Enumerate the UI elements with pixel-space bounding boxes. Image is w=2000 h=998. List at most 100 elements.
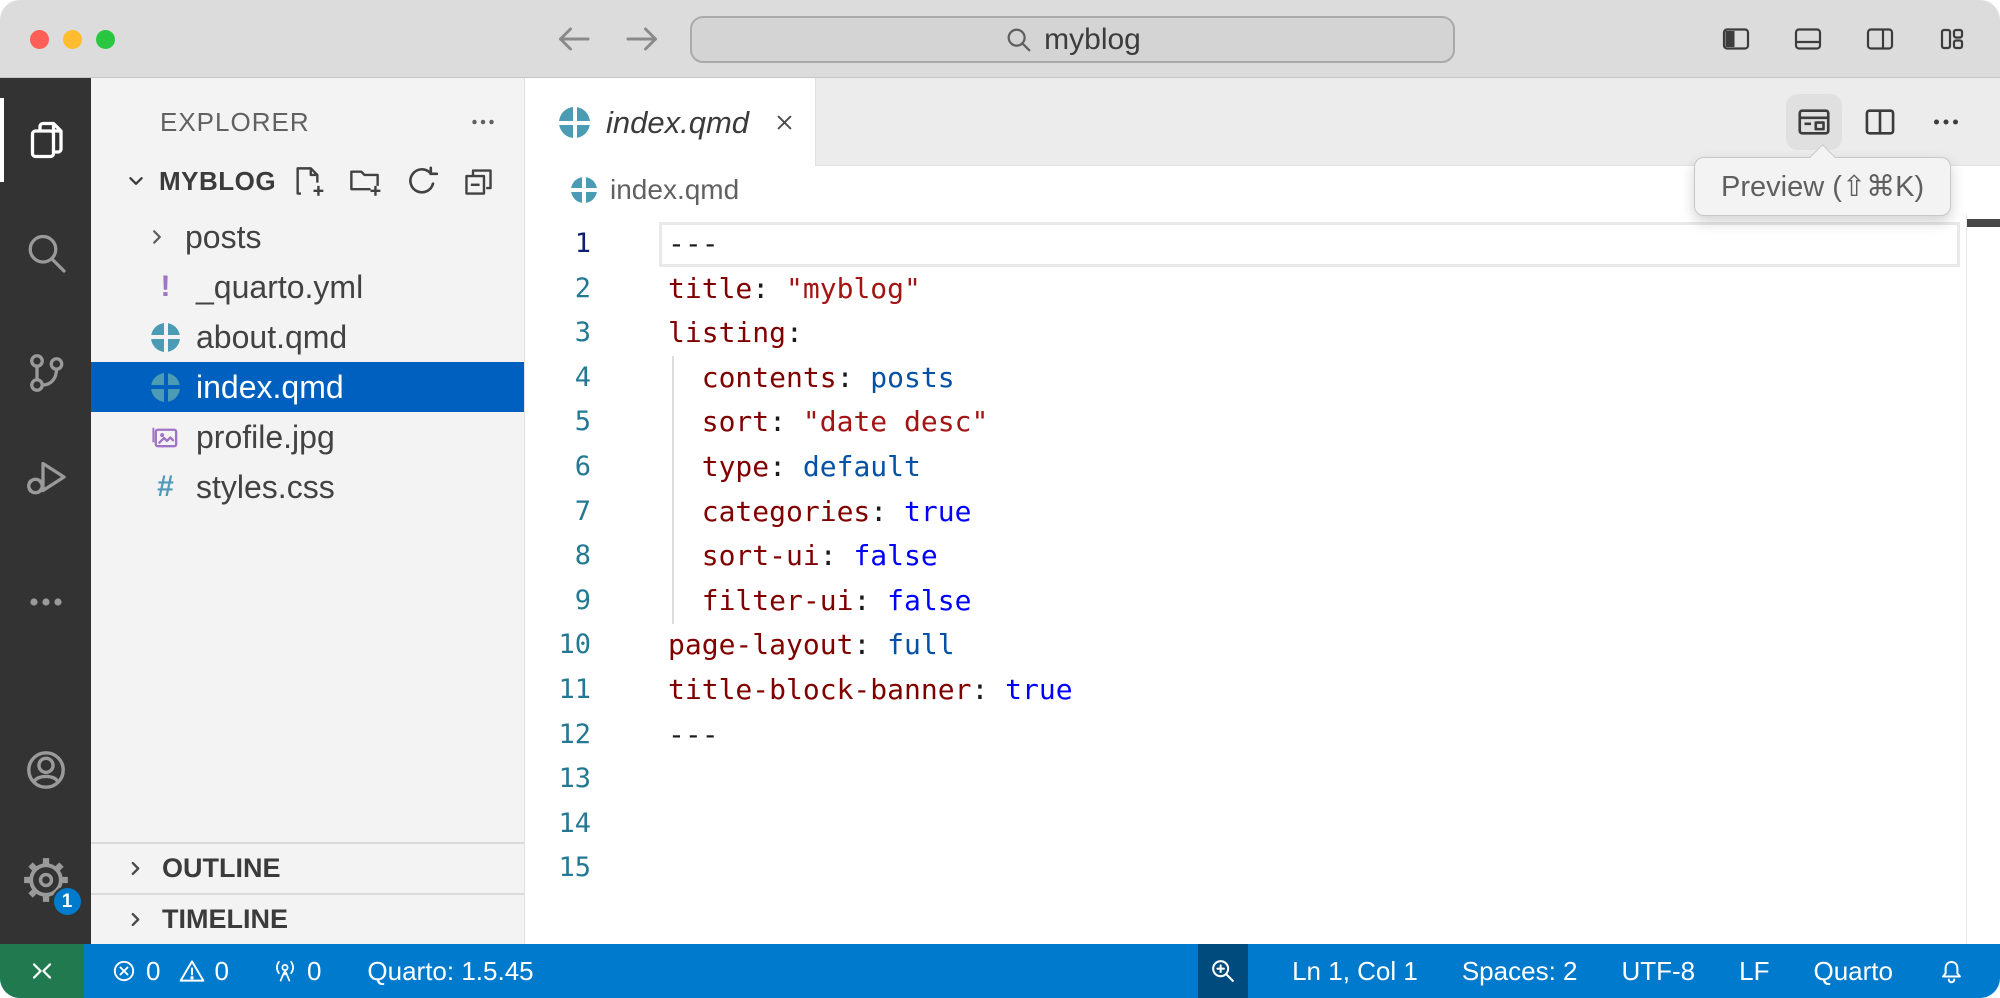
problems-status[interactable]: 0 0 — [110, 956, 229, 987]
tab-index-qmd[interactable]: index.qmd — [525, 78, 816, 167]
remote-indicator[interactable] — [0, 944, 84, 998]
layout-controls — [1716, 19, 1972, 59]
code-line: 12--- — [525, 713, 2000, 758]
quarto-file-icon — [150, 372, 181, 403]
source-control-icon[interactable] — [0, 325, 91, 421]
tab-label: index.qmd — [606, 105, 749, 141]
file-name: profile.jpg — [196, 419, 335, 456]
code-line: 14 — [525, 802, 2000, 847]
activity-bar: 1 — [0, 78, 91, 944]
yaml-file-icon: ! — [150, 272, 181, 303]
settings-gear-icon[interactable]: 1 — [0, 832, 91, 928]
search-view-icon[interactable] — [0, 205, 91, 301]
code-line: 8 sort-ui: false — [525, 534, 2000, 579]
split-editor-icon[interactable] — [1852, 94, 1908, 150]
toggle-sidebar-icon[interactable] — [1716, 19, 1756, 59]
toggle-secondary-sidebar-icon[interactable] — [1860, 19, 1900, 59]
back-icon[interactable] — [552, 18, 594, 60]
refresh-icon[interactable] — [404, 164, 439, 199]
tooltip-label: Preview (⇧⌘K) — [1721, 169, 1924, 204]
file-name: _quarto.yml — [196, 269, 363, 306]
tree-item-posts[interactable]: posts — [91, 212, 524, 262]
new-folder-icon[interactable] — [347, 164, 382, 199]
code-line: 7 categories: true — [525, 490, 2000, 535]
code-editor[interactable]: 1--- 2title: "myblog" 3listing: 4 conten… — [525, 214, 2000, 944]
preview-icon[interactable] — [1786, 94, 1842, 150]
preview-tooltip: Preview (⇧⌘K) — [1694, 157, 1951, 216]
command-center-search[interactable]: myblog — [690, 16, 1455, 63]
panel-label: OUTLINE — [162, 853, 281, 884]
close-tab-icon[interactable] — [771, 109, 798, 136]
explorer-sidebar: EXPLORER MYBLOG — [91, 78, 524, 944]
overview-cursor-marker — [1967, 219, 2000, 227]
panel-label: TIMELINE — [162, 904, 288, 935]
minimize-window-button[interactable] — [63, 30, 82, 49]
tab-bar: index.qmd — [525, 78, 2000, 166]
code-line: 11title-block-banner: true — [525, 668, 2000, 713]
zoom-status-button[interactable] — [1198, 944, 1248, 998]
image-file-icon — [150, 422, 181, 453]
cursor-position-status[interactable]: Ln 1, Col 1 — [1292, 956, 1418, 987]
folder-section-label: MYBLOG — [159, 166, 276, 197]
warning-icon — [178, 957, 206, 985]
more-views-icon[interactable] — [0, 554, 91, 650]
file-name: styles.css — [196, 469, 335, 506]
run-debug-icon[interactable] — [0, 429, 91, 525]
titlebar: myblog — [0, 0, 2000, 78]
code-line: 9 filter-ui: false — [525, 579, 2000, 624]
code-line: 15 — [525, 846, 2000, 891]
zoom-in-icon — [1208, 956, 1238, 986]
timeline-panel-header[interactable]: TIMELINE — [91, 893, 524, 944]
settings-badge: 1 — [52, 886, 83, 917]
encoding-status[interactable]: UTF-8 — [1621, 956, 1695, 987]
collapse-folders-icon[interactable] — [461, 164, 496, 199]
close-window-button[interactable] — [30, 30, 49, 49]
code-line: 13 — [525, 757, 2000, 802]
sidebar-title: EXPLORER — [160, 107, 310, 138]
eol-status[interactable]: LF — [1739, 956, 1769, 987]
maximize-window-button[interactable] — [96, 30, 115, 49]
file-name: posts — [185, 219, 261, 256]
explorer-more-actions-icon[interactable] — [466, 105, 500, 139]
quarto-file-icon — [559, 107, 590, 138]
tree-item-styles-css[interactable]: # styles.css — [91, 462, 524, 512]
code-line: 3listing: — [525, 311, 2000, 356]
tree-item-quarto-yml[interactable]: ! _quarto.yml — [91, 262, 524, 312]
outline-panel-header[interactable]: OUTLINE — [91, 842, 524, 893]
vscode-window: myblog — [0, 0, 2000, 998]
quarto-version-status[interactable]: Quarto: 1.5.45 — [367, 956, 533, 987]
code-line: 2title: "myblog" — [525, 267, 2000, 312]
chevron-down-icon — [121, 166, 151, 196]
explorer-icon[interactable] — [0, 92, 91, 188]
remote-icon — [27, 956, 57, 986]
indentation-status[interactable]: Spaces: 2 — [1462, 956, 1578, 987]
workspace-title: myblog — [1044, 23, 1141, 57]
quarto-file-icon — [150, 322, 181, 353]
file-name: index.qmd — [196, 369, 344, 406]
toggle-panel-icon[interactable] — [1788, 19, 1828, 59]
history-navigation — [552, 18, 664, 60]
tree-item-about-qmd[interactable]: about.qmd — [91, 312, 524, 362]
radio-tower-icon — [271, 957, 299, 985]
code-line: 10page-layout: full — [525, 623, 2000, 668]
tree-item-profile-jpg[interactable]: profile.jpg — [91, 412, 524, 462]
customize-layout-icon[interactable] — [1932, 19, 1972, 59]
css-file-icon: # — [150, 472, 181, 503]
notifications-bell-icon[interactable] — [1937, 957, 1966, 986]
quarto-file-icon — [571, 177, 597, 203]
accounts-icon[interactable] — [0, 722, 91, 818]
file-tree: posts ! _quarto.yml about.qmd index.qmd — [91, 212, 524, 512]
folder-section-header[interactable]: MYBLOG — [91, 150, 524, 212]
search-icon — [1004, 25, 1034, 55]
chevron-right-icon — [121, 854, 150, 883]
ports-status[interactable]: 0 — [271, 956, 321, 987]
status-bar: 0 0 0 Quarto: 1.5.45 Ln — [0, 944, 2000, 998]
language-mode-status[interactable]: Quarto — [1814, 956, 1894, 987]
code-line: 5 sort: "date desc" — [525, 400, 2000, 445]
new-file-icon[interactable] — [290, 164, 325, 199]
code-line: 6 type: default — [525, 445, 2000, 490]
tree-item-index-qmd[interactable]: index.qmd — [91, 362, 524, 412]
code-line: 4 contents: posts — [525, 356, 2000, 401]
forward-icon[interactable] — [622, 18, 664, 60]
editor-more-actions-icon[interactable] — [1918, 94, 1974, 150]
